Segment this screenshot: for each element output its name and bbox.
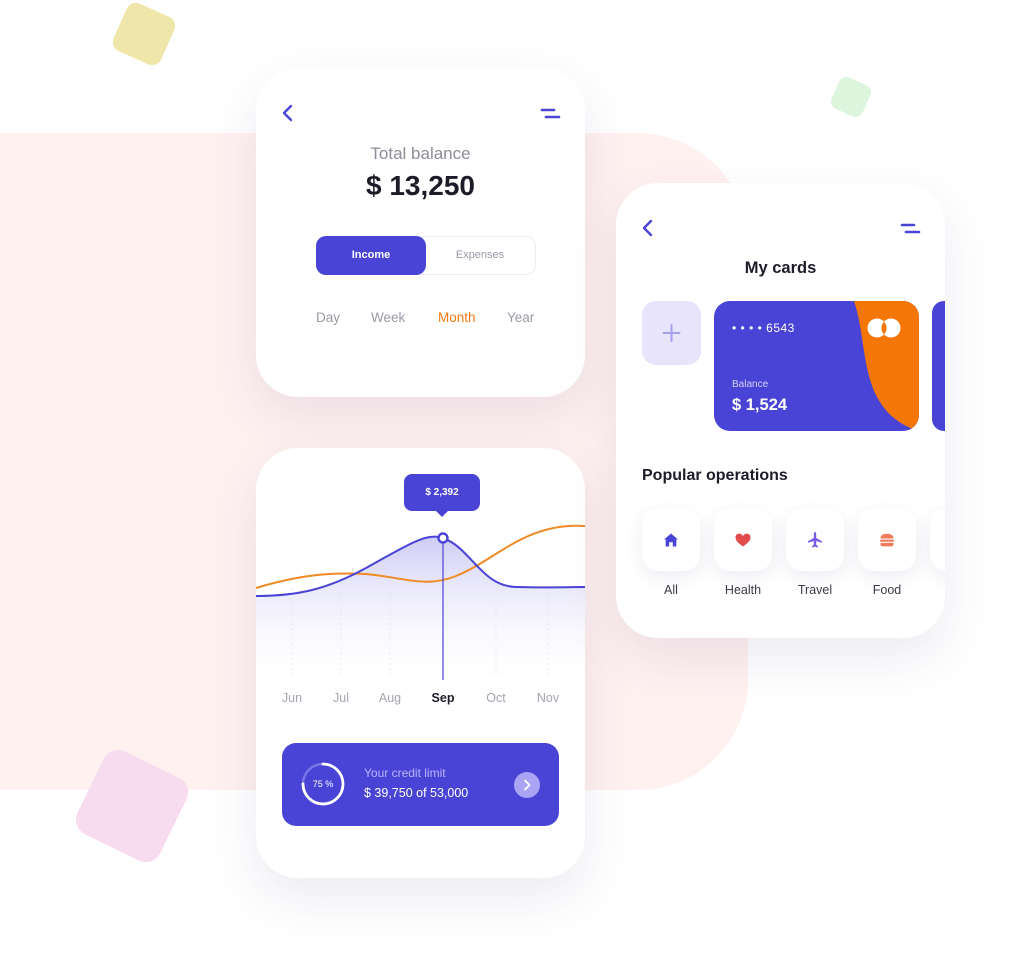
total-balance-value: $ 13,250 — [366, 170, 475, 201]
card-balance-label: Balance — [732, 379, 769, 390]
cards-title: My cards — [744, 259, 817, 277]
card-number: • • • • 6543 — [732, 321, 795, 335]
month-label[interactable]: Nov — [528, 691, 568, 705]
heart-icon — [735, 533, 751, 547]
menu-icon[interactable] — [900, 222, 922, 236]
operation-label: Food — [872, 583, 902, 597]
month-label-active[interactable]: Sep — [423, 691, 463, 705]
operation-travel-button[interactable] — [786, 509, 844, 571]
balance-screen: Total balance $ 13,250 Income Expenses D… — [256, 68, 585, 397]
next-card-peek[interactable] — [932, 301, 945, 431]
operation-food-button[interactable] — [858, 509, 916, 571]
chevron-right-icon — [524, 779, 531, 791]
plus-icon — [662, 324, 681, 342]
month-label[interactable]: Aug — [370, 691, 410, 705]
credit-limit-title: Your credit limit — [364, 766, 446, 780]
operation-label: Travel — [797, 583, 833, 597]
operation-health-button[interactable] — [714, 509, 772, 571]
income-tab[interactable]: Income — [316, 236, 426, 275]
period-month[interactable]: Month — [438, 310, 476, 325]
card-balance-value: $ 1,524 — [732, 396, 788, 414]
add-card-button[interactable] — [642, 301, 701, 365]
back-arrow-icon[interactable] — [278, 102, 300, 124]
selected-point[interactable] — [437, 532, 449, 544]
month-label[interactable]: Oct — [476, 691, 516, 705]
airplane-icon — [808, 532, 822, 548]
month-label[interactable]: Jun — [272, 691, 312, 705]
popular-operations-title: Popular operations — [642, 467, 788, 484]
credit-limit-value: $ 39,750 of 53,000 — [364, 786, 469, 800]
total-balance-label: Total balance — [370, 144, 471, 163]
period-week[interactable]: Week — [371, 310, 405, 325]
credit-percent: 75 % — [312, 779, 334, 789]
credit-details-button[interactable] — [514, 772, 540, 798]
month-label[interactable]: Jul — [321, 691, 361, 705]
home-icon — [664, 533, 678, 547]
bank-card[interactable]: • • • • 6543 Balance $ 1,524 — [714, 301, 919, 431]
decorative-square-green — [828, 74, 874, 120]
burger-icon — [880, 533, 894, 547]
card-brand-logo-icon — [867, 318, 901, 338]
operation-more-tile[interactable] — [930, 509, 945, 571]
value-tooltip: $ 2,392 — [404, 474, 480, 517]
expenses-tab[interactable]: Expenses — [425, 237, 535, 274]
period-year[interactable]: Year — [507, 310, 534, 325]
period-day[interactable]: Day — [316, 310, 340, 325]
back-arrow-icon[interactable] — [638, 217, 660, 239]
operation-label: All — [664, 583, 678, 597]
menu-icon[interactable] — [540, 107, 562, 121]
operation-all-button[interactable] — [642, 509, 700, 571]
income-area — [256, 536, 585, 688]
credit-limit-card[interactable]: 75 % Your credit limit $ 39,750 of 53,00… — [282, 743, 559, 826]
income-expenses-toggle: Income Expenses — [316, 236, 536, 275]
cards-screen: My cards • • • • 6543 Balance $ 1,524 Po… — [616, 183, 945, 638]
operation-label: Health — [724, 583, 762, 597]
decorative-square-yellow — [109, 0, 179, 69]
chart-screen: $ 2,392 Jun Jul Aug Sep Oct Nov 75 % You… — [256, 448, 585, 878]
